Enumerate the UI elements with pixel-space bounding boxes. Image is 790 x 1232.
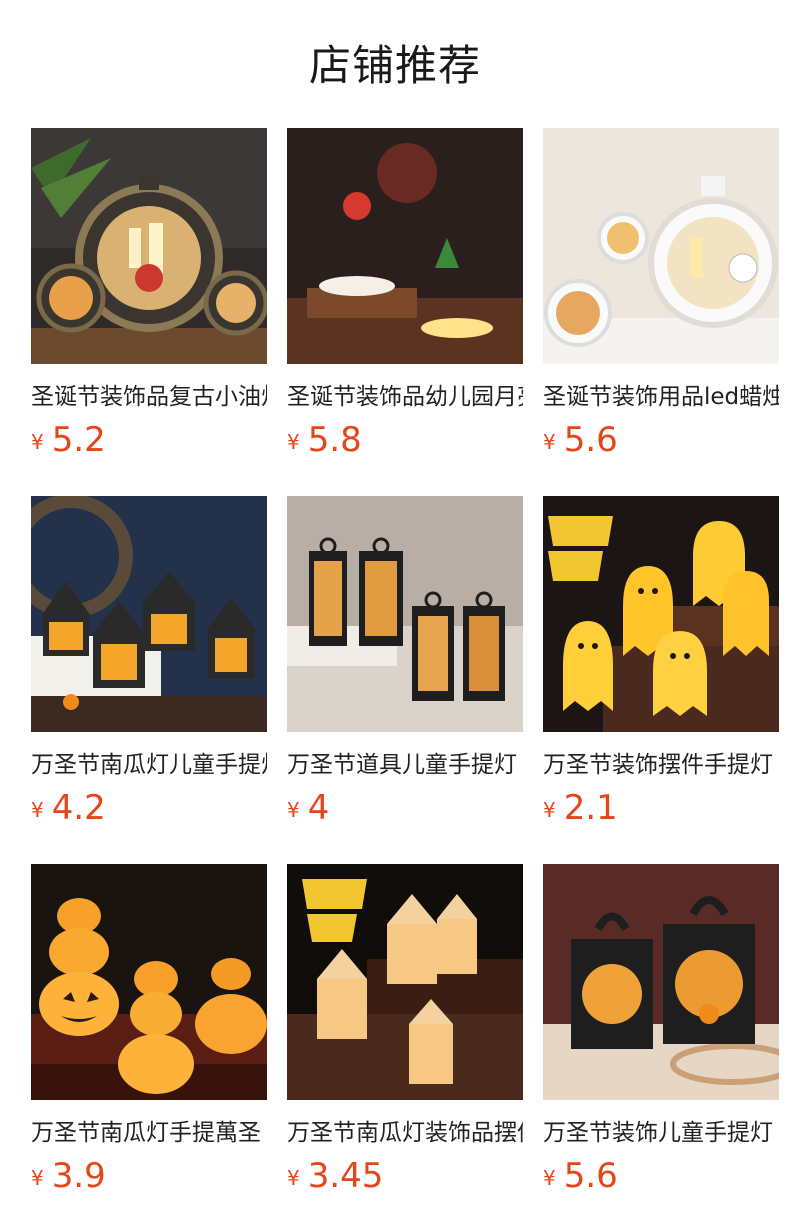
product-card[interactable]: 圣诞节装饰品幼儿园月亮灯 ¥5.8 — [287, 128, 523, 468]
currency-symbol: ¥ — [31, 430, 44, 454]
product-name[interactable]: 圣诞节装饰品复古小油灯 — [31, 380, 267, 414]
product-name[interactable]: 万圣节南瓜灯装饰品摆件 — [287, 1116, 523, 1150]
product-price: ¥3.45 — [287, 1154, 383, 1198]
currency-symbol: ¥ — [31, 798, 44, 822]
product-card[interactable]: 圣诞节装饰用品led蜡烛灯 ¥5.6 — [543, 128, 779, 468]
halloween-square-lantern-image[interactable] — [543, 864, 779, 1100]
halloween-black-lantern-image[interactable] — [287, 496, 523, 732]
product-name[interactable]: 万圣节装饰摆件手提灯 — [543, 748, 779, 782]
price-value: 3.9 — [51, 1156, 106, 1196]
christmas-moon-lamp-image[interactable] — [287, 128, 523, 364]
product-name[interactable]: 圣诞节装饰品幼儿园月亮灯 — [287, 380, 523, 414]
store-recommendations-page: 店铺推荐 圣诞节装饰品复古小油灯 ¥ 5.2 圣诞节装饰品幼儿园月 ¥ 5.8 … — [0, 0, 790, 1232]
product-card[interactable]: 万圣节南瓜灯儿童手提灯 ¥4.2 — [31, 496, 267, 836]
product-card[interactable]: 万圣节装饰摆件手提灯 ¥2.1 — [543, 496, 779, 836]
price-value: 5.2 — [51, 420, 106, 460]
product-price: ¥4 — [287, 786, 329, 830]
product-name[interactable]: 万圣节南瓜灯儿童手提灯 — [31, 748, 267, 782]
currency-symbol: ¥ — [287, 798, 300, 822]
pumpkin-stack-lamp-image[interactable] — [31, 864, 267, 1100]
product-card[interactable]: 圣诞节装饰品复古小油灯 ¥5.2 — [31, 128, 267, 468]
currency-symbol: ¥ — [543, 798, 556, 822]
currency-symbol: ¥ — [543, 430, 556, 454]
product-price: ¥5.8 — [287, 418, 362, 462]
price-value: 5.6 — [563, 1156, 618, 1196]
product-price: ¥5.2 — [31, 418, 106, 462]
product-name[interactable]: 万圣节南瓜灯手提萬圣 — [31, 1116, 267, 1150]
currency-symbol: ¥ — [31, 1166, 44, 1190]
product-price: ¥4.2 — [31, 786, 106, 830]
product-price: ¥3.9 — [31, 1154, 106, 1198]
product-card[interactable]: 万圣节南瓜灯手提萬圣 ¥3.9 — [31, 864, 267, 1204]
product-name[interactable]: 圣诞节装饰用品led蜡烛灯 — [543, 380, 779, 414]
product-name[interactable]: 万圣节道具儿童手提灯 — [287, 748, 523, 782]
price-value: 3.45 — [307, 1156, 384, 1196]
currency-symbol: ¥ — [287, 1166, 300, 1190]
halloween-ghost-lamp-image[interactable] — [543, 496, 779, 732]
price-value: 4 — [307, 788, 330, 828]
product-name[interactable]: 万圣节装饰儿童手提灯 — [543, 1116, 779, 1150]
halloween-house-lantern-image[interactable] — [31, 496, 267, 732]
product-card[interactable]: 万圣节装饰儿童手提灯 ¥5.6 — [543, 864, 779, 1204]
christmas-round-lantern-image[interactable] — [31, 128, 267, 364]
price-value: 5.6 — [563, 420, 618, 460]
product-price: ¥5.6 — [543, 418, 618, 462]
price-value: 4.2 — [51, 788, 106, 828]
halloween-party-lantern-image[interactable] — [287, 864, 523, 1100]
product-card[interactable]: 万圣节道具儿童手提灯 ¥4 — [287, 496, 523, 836]
product-grid: 圣诞节装饰品复古小油灯 ¥5.2 圣诞节装饰品幼儿园月 ¥ 5.8 圣诞节装饰用… — [31, 128, 790, 1228]
product-price: ¥5.6 — [543, 1154, 618, 1198]
currency-symbol: ¥ — [543, 1166, 556, 1190]
white-christmas-lantern-image[interactable] — [543, 128, 779, 364]
page-title: 店铺推荐 — [308, 41, 481, 90]
price-value: 5.8 — [307, 420, 362, 460]
currency-symbol: ¥ — [287, 430, 300, 454]
price-value: 2.1 — [563, 788, 618, 828]
product-price: ¥2.1 — [543, 786, 618, 830]
product-card[interactable]: 万圣节南瓜灯装饰品摆件 ¥3.45 — [287, 864, 523, 1204]
